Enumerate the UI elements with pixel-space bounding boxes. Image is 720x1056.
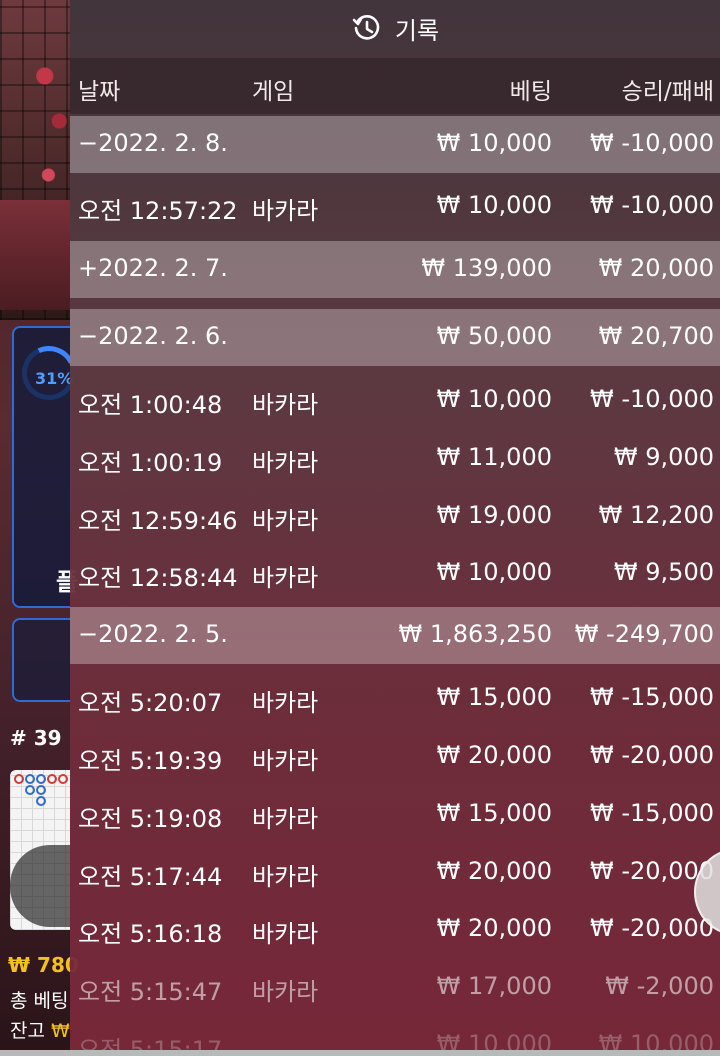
row-bet: ₩ 20,000 xyxy=(436,741,552,769)
row-game: 바카라 xyxy=(252,564,319,592)
row-result: ₩ 12,200 xyxy=(598,501,714,529)
row-bet: ₩ 20,000 xyxy=(436,857,552,885)
row-date: 오전 5:15:47 xyxy=(78,978,223,1006)
history-row[interactable]: 오전 1:00:19 바카라 ₩ 11,000 ₩ 9,000 xyxy=(70,430,720,487)
row-date: 오전 5:20:07 xyxy=(78,689,223,717)
row-game: 바카라 xyxy=(252,197,319,225)
column-header-bet: 베팅 xyxy=(509,79,552,105)
row-game: 바카라 xyxy=(252,747,319,775)
row-result: ₩ 9,500 xyxy=(613,558,714,586)
history-date-group-row[interactable]: −2022. 2. 8. ₩ 10,000 ₩ -10,000 xyxy=(70,116,720,173)
history-date-group-row[interactable]: −2022. 2. 5. ₩ 1,863,250 ₩ -249,700 xyxy=(70,607,720,664)
total-bet-label: 총 베팅 xyxy=(10,990,69,1012)
panel-title: 기록 xyxy=(394,16,440,45)
table-header: 날짜 게임 베팅 승리/패배 xyxy=(70,58,720,114)
row-result: ₩ -15,000 xyxy=(590,799,714,827)
row-game: 바카라 xyxy=(252,449,319,477)
bottom-bar xyxy=(0,1050,720,1056)
row-result: ₩ 9,000 xyxy=(613,443,714,471)
row-game: 바카라 xyxy=(252,391,319,419)
row-bet: ₩ 10,000 xyxy=(436,385,552,413)
remain-value: ₩ xyxy=(51,1020,70,1042)
row-bet: ₩ 10,000 xyxy=(436,191,552,219)
table-number: # 39 xyxy=(10,726,62,750)
history-date-group-row[interactable]: −2022. 2. 6. ₩ 50,000 ₩ 20,700 xyxy=(70,309,720,366)
row-result: ₩ -20,000 xyxy=(590,914,714,942)
row-date: 오전 5:16:18 xyxy=(78,920,223,948)
progress-percent: 31% xyxy=(35,369,74,388)
row-result: ₩ 20,000 xyxy=(598,254,714,282)
row-bet: ₩ 50,000 xyxy=(436,322,552,350)
row-date: +2022. 2. 7. xyxy=(78,254,228,282)
row-result: ₩ -20,000 xyxy=(590,741,714,769)
row-game: 바카라 xyxy=(252,805,319,833)
road-dot xyxy=(36,785,46,795)
history-row[interactable]: 오전 12:58:44 바카라 ₩ 10,000 ₩ 9,500 xyxy=(70,545,720,602)
row-date: 오전 1:00:48 xyxy=(78,391,223,419)
panel-title-bar: 기록 xyxy=(70,0,720,56)
history-panel: 기록 날짜 게임 베팅 승리/패배 −2022. 2. 8. ₩ 10,000 ₩ … xyxy=(70,0,720,1056)
app-root: 31% 플 # 39 ₩ 780 총 베팅 잔고 ₩ 기록 날짜 게임 베팅 승… xyxy=(0,0,720,1056)
road-dot xyxy=(36,774,46,784)
remain-label-text: 잔고 xyxy=(10,1020,45,1042)
row-bet: ₩ 17,000 xyxy=(436,972,552,1000)
row-game: 바카라 xyxy=(252,978,319,1006)
row-date: −2022. 2. 5. xyxy=(78,620,228,648)
row-date: 오전 12:58:44 xyxy=(78,564,238,592)
row-date: 오전 12:59:46 xyxy=(78,507,238,535)
row-game: 바카라 xyxy=(252,863,319,891)
row-result: ₩ -10,000 xyxy=(590,385,714,413)
row-date: −2022. 2. 8. xyxy=(78,129,228,157)
row-bet: ₩ 15,000 xyxy=(436,683,552,711)
row-bet: ₩ 1,863,250 xyxy=(398,620,552,648)
row-bet: ₩ 19,000 xyxy=(436,501,552,529)
history-row[interactable]: 오전 5:19:39 바카라 ₩ 20,000 ₩ -20,000 xyxy=(70,728,720,785)
row-bet: ₩ 15,000 xyxy=(436,799,552,827)
row-bet: ₩ 11,000 xyxy=(436,443,552,471)
history-row[interactable]: 오전 1:00:48 바카라 ₩ 10,000 ₩ -10,000 xyxy=(70,372,720,429)
row-bet: ₩ 10,000 xyxy=(436,129,552,157)
remain-label: 잔고 ₩ xyxy=(10,1016,70,1043)
history-date-group-row[interactable]: +2022. 2. 7. ₩ 139,000 ₩ 20,000 xyxy=(70,241,720,298)
row-result: ₩ -10,000 xyxy=(590,129,714,157)
road-dot xyxy=(25,785,35,795)
row-game: 바카라 xyxy=(252,689,319,717)
row-date: 오전 1:00:19 xyxy=(78,449,223,477)
row-result: ₩ -2,000 xyxy=(605,972,714,1000)
row-date: 오전 5:19:08 xyxy=(78,805,223,833)
row-date: −2022. 2. 6. xyxy=(78,322,228,350)
row-bet: ₩ 20,000 xyxy=(436,914,552,942)
secondary-card[interactable] xyxy=(12,618,70,702)
row-date: 오전 5:19:39 xyxy=(78,747,223,775)
row-bet: ₩ 10,000 xyxy=(436,558,552,586)
road-dot xyxy=(36,796,46,806)
row-result: ₩ -10,000 xyxy=(590,191,714,219)
column-header-result: 승리/패배 xyxy=(621,79,714,105)
row-date: 오전 12:57:22 xyxy=(78,197,238,225)
balance-amount: ₩ 780 xyxy=(8,953,79,977)
history-icon xyxy=(351,12,383,44)
road-dot xyxy=(58,774,68,784)
row-game: 바카라 xyxy=(252,507,319,535)
row-result: ₩ 20,700 xyxy=(598,322,714,350)
history-row[interactable]: 오전 12:59:46 바카라 ₩ 19,000 ₩ 12,200 xyxy=(70,488,720,545)
row-date: 오전 5:17:44 xyxy=(78,863,223,891)
column-header-game: 게임 xyxy=(252,79,295,105)
history-row[interactable]: 오전 5:20:07 바카라 ₩ 15,000 ₩ -15,000 xyxy=(70,670,720,727)
history-row[interactable]: 오전 5:15:47 바카라 ₩ 17,000 ₩ -2,000 xyxy=(70,959,720,1016)
row-result: ₩ -15,000 xyxy=(590,683,714,711)
background-blossom xyxy=(34,40,70,220)
row-result: ₩ -249,700 xyxy=(574,620,714,648)
road-dot xyxy=(25,774,35,784)
row-bet: ₩ 139,000 xyxy=(421,254,552,282)
road-dot xyxy=(47,774,57,784)
dealer-table xyxy=(0,200,70,310)
column-header-date: 날짜 xyxy=(78,79,121,105)
row-game: 바카라 xyxy=(252,920,319,948)
history-row[interactable]: 오전 5:16:18 바카라 ₩ 20,000 ₩ -20,000 xyxy=(70,901,720,958)
road-dot xyxy=(14,774,24,784)
history-row[interactable]: 오전 5:17:44 바카라 ₩ 20,000 ₩ -20,000 xyxy=(70,844,720,901)
history-row[interactable]: 오전 5:19:08 바카라 ₩ 15,000 ₩ -15,000 xyxy=(70,786,720,843)
history-row[interactable]: 오전 12:57:22 바카라 ₩ 10,000 ₩ -10,000 xyxy=(70,178,720,235)
